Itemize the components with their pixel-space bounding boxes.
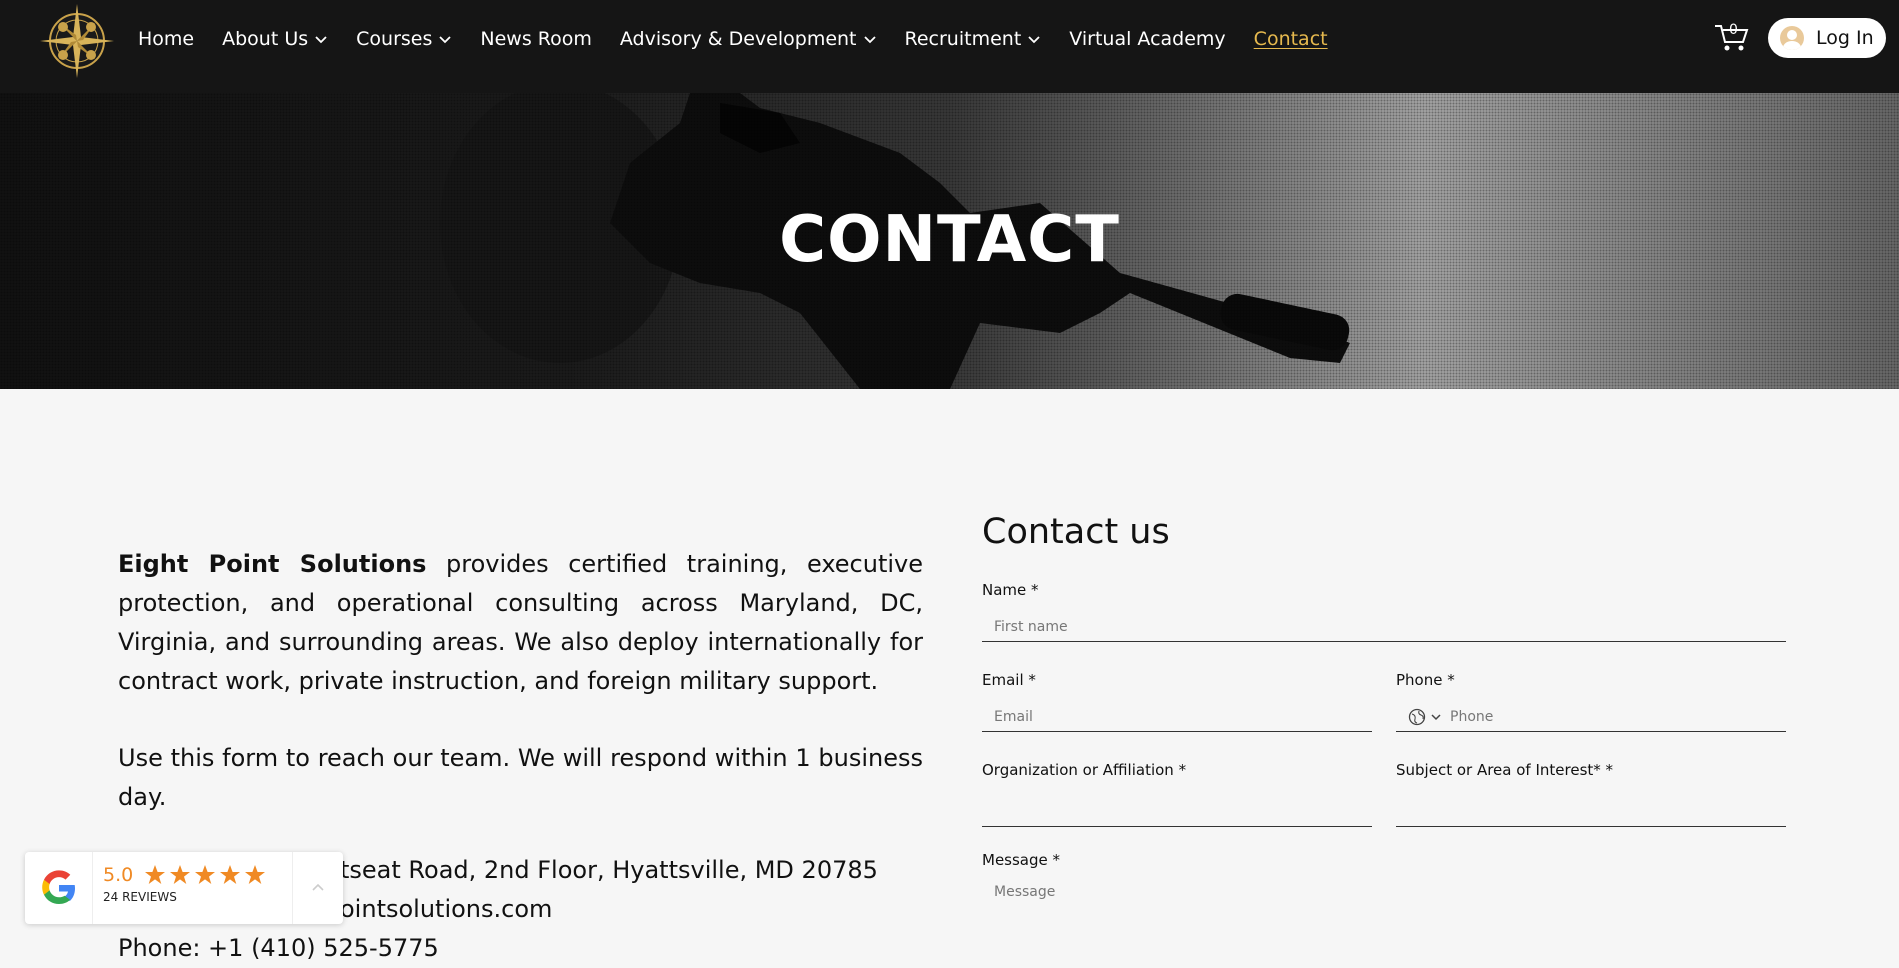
chevron-down-icon [315,36,327,44]
first-name-input[interactable]: First name [982,612,1786,642]
company-name: Eight Point Solutions [118,550,427,578]
hero-banner: CONTACT [0,93,1899,389]
email-placeholder: Email [994,708,1033,725]
phone-label: Phone * [1396,671,1455,689]
nav-virtual-academy-label: Virtual Academy [1069,28,1226,50]
google-reviews-widget[interactable]: 5.0 24 REVIEWS [25,852,343,924]
chevron-down-icon [439,36,452,44]
name-label: Name * [982,581,1039,599]
nav-home[interactable]: Home [138,28,194,50]
five-stars-icon [145,865,266,884]
nav-courses-label: Courses [356,28,433,50]
nav-courses[interactable]: Courses [356,28,452,50]
nav-advisory-label: Advisory & Development [619,28,857,50]
message-placeholder: Message [994,884,1056,900]
about-text: Eight Point Solutions provides certified… [118,545,923,855]
organization-input[interactable] [982,797,1372,827]
first-name-placeholder: First name [994,618,1068,635]
nav-recruitment[interactable]: Recruitment [905,28,1042,50]
globe-icon[interactable] [1408,708,1426,726]
google-logo-icon [25,852,93,924]
site-header: Home About Us Courses News Room Advisory… [0,0,1899,93]
main-nav: Home About Us Courses News Room Advisory… [138,26,1356,52]
intro-paragraph: Eight Point Solutions provides certified… [118,545,923,701]
review-score: 5.0 [103,864,134,886]
chevron-down-icon[interactable] [1430,711,1442,723]
phone-line: Phone: +1 (410) 525-5775 [118,934,439,962]
email-input[interactable]: Email [982,702,1372,732]
phone-placeholder: Phone [1450,708,1494,725]
nav-recruitment-label: Recruitment [904,28,1022,50]
nav-home-label: Home [138,28,195,50]
compass-rose-logo-icon[interactable] [38,2,116,80]
organization-label: Organization or Affiliation * [982,761,1187,779]
login-button[interactable]: Log In [1768,18,1886,58]
phone-input[interactable]: Phone [1396,702,1786,732]
nav-contact-label: Contact [1253,28,1328,50]
cart-count: 0 [1729,22,1738,38]
nav-news-room[interactable]: News Room [480,28,592,50]
collapse-widget-button[interactable] [293,852,343,924]
chevron-down-icon [1028,36,1040,44]
nav-about-us[interactable]: About Us [222,28,328,50]
subject-label: Subject or Area of Interest* * [1396,761,1614,779]
nav-contact[interactable]: Contact [1254,28,1328,50]
message-label: Message * [982,851,1061,869]
form-info-paragraph: Use this form to reach our team. We will… [118,744,923,811]
nav-news-room-label: News Room [480,28,592,50]
chevron-down-icon [863,36,876,44]
review-count: 24 REVIEWS [103,890,177,904]
subject-input[interactable] [1396,797,1786,827]
contact-form-title: Contact us [982,512,1170,552]
review-summary: 5.0 24 REVIEWS [93,852,293,924]
chevron-up-icon [312,883,324,891]
login-label: Log In [1816,27,1874,49]
nav-about-us-label: About Us [222,28,309,50]
hero-title: CONTACT [779,203,1120,277]
nav-virtual-academy[interactable]: Virtual Academy [1069,28,1225,50]
email-label: Email * [982,671,1036,689]
user-avatar-icon [1780,26,1804,50]
message-textarea[interactable]: Message [982,878,1786,938]
nav-advisory-development[interactable]: Advisory & Development [620,28,877,50]
